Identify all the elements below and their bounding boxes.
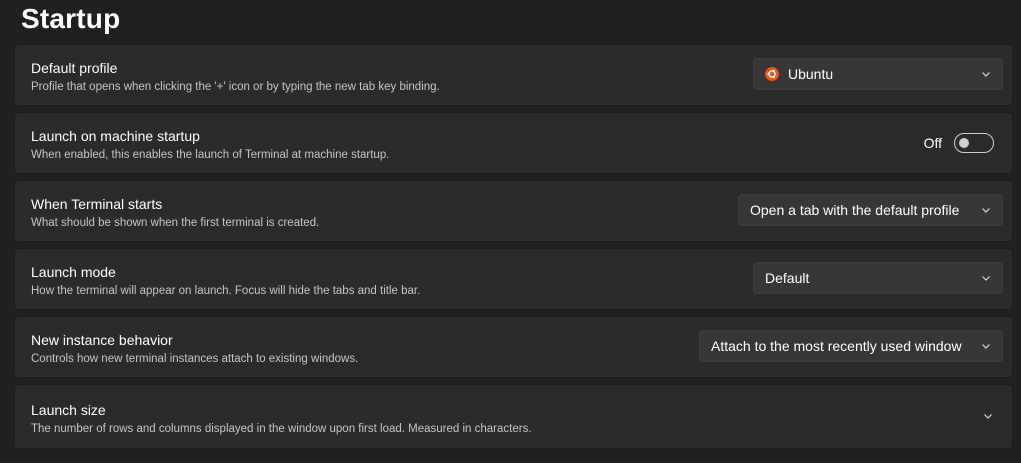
default-profile-setting: Default profile Profile that opens when … [14,44,1013,106]
chevron-down-icon[interactable] [983,411,993,421]
dropdown-value: Ubuntu [788,66,834,82]
setting-description: Profile that opens when clicking the '+'… [31,81,440,93]
default-profile-dropdown[interactable]: Ubuntu [753,58,1003,90]
dropdown-value: Default [765,270,810,286]
new-instance-behavior-setting: New instance behavior Controls how new t… [14,316,1013,378]
launch-on-startup-toggle[interactable] [954,133,994,153]
setting-title: Launch size [31,402,106,418]
settings-page: Startup Default profile Profile that ope… [0,0,1021,463]
toggle-state-label: Off [923,135,942,151]
ubuntu-icon [765,67,779,81]
launch-size-setting[interactable]: Launch size The number of rows and colum… [14,384,1013,449]
chevron-down-icon [982,72,990,77]
setting-description: Controls how new terminal instances atta… [31,353,359,365]
setting-description: How the terminal will appear on launch. … [31,285,421,297]
launch-on-startup-toggle-group: Off [924,133,994,153]
launch-mode-setting: Launch mode How the terminal will appear… [14,248,1013,310]
setting-title: Launch mode [31,264,116,280]
setting-description: What should be shown when the first term… [31,217,320,229]
when-terminal-starts-setting: When Terminal starts What should be show… [14,180,1013,242]
setting-description: When enabled, this enables the launch of… [31,149,390,161]
setting-title: When Terminal starts [31,196,163,212]
new-instance-behavior-dropdown[interactable]: Attach to the most recently used window [699,330,1003,362]
page-title: Startup [21,3,121,34]
chevron-down-icon [982,344,990,349]
toggle-knob [959,138,969,148]
setting-title: Launch on machine startup [31,128,200,144]
dropdown-value: Open a tab with the default profile [750,202,960,218]
setting-title: Default profile [31,60,118,76]
setting-description: The number of rows and columns displayed… [31,423,532,435]
chevron-down-icon [982,208,990,213]
when-terminal-starts-dropdown[interactable]: Open a tab with the default profile [738,194,1003,226]
chevron-down-icon [982,276,990,281]
setting-title: New instance behavior [31,332,173,348]
launch-on-startup-setting: Launch on machine startup When enabled, … [14,112,1013,174]
launch-mode-dropdown[interactable]: Default [753,262,1003,294]
dropdown-value: Attach to the most recently used window [711,338,962,354]
